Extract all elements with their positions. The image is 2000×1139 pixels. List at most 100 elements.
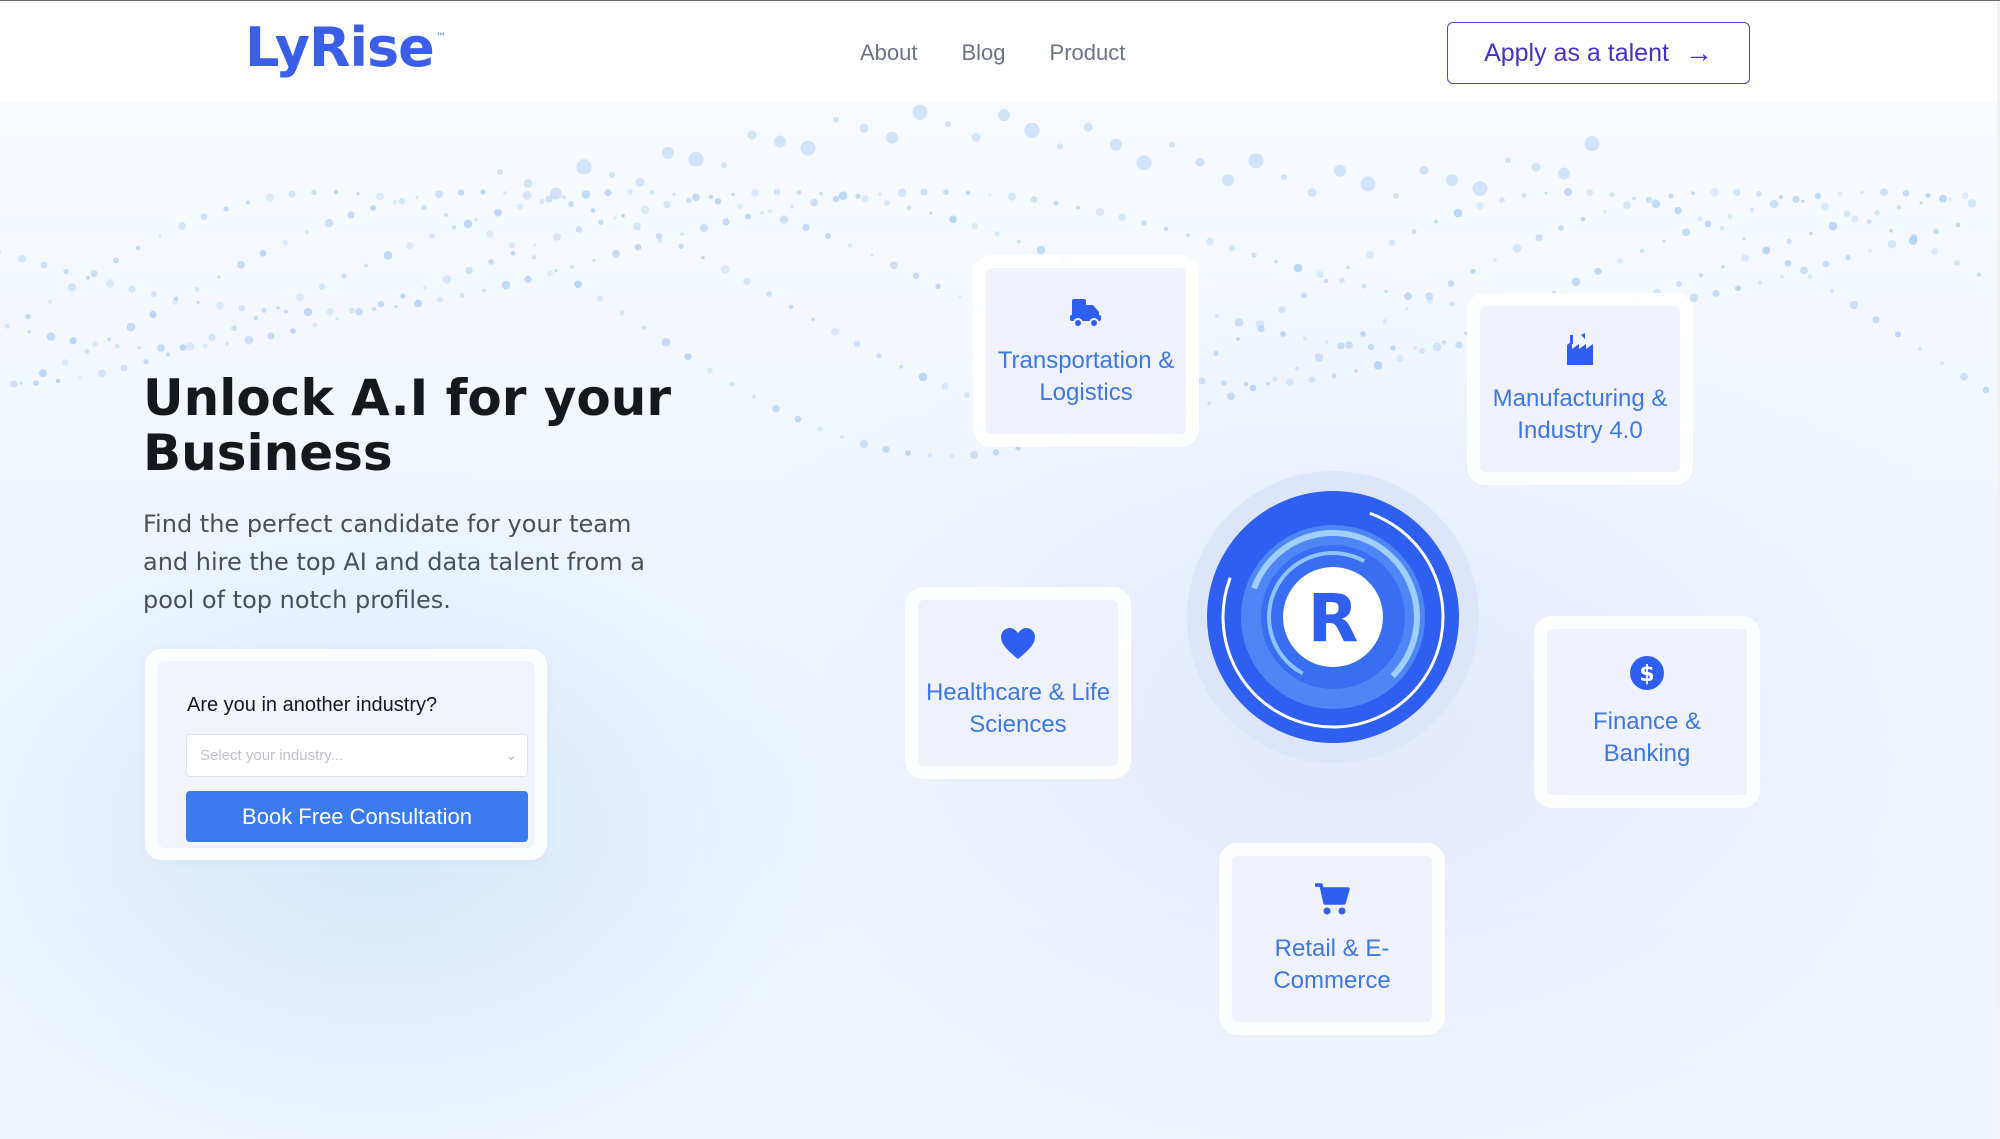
wave-dot	[46, 332, 56, 341]
nav-product[interactable]: Product	[1050, 40, 1126, 66]
wave-dot	[392, 199, 398, 205]
wave-dot	[1960, 372, 1968, 381]
wave-dot	[1388, 239, 1396, 246]
wave-dot	[333, 189, 339, 195]
wave-dot	[1470, 268, 1476, 274]
wave-dot	[1735, 285, 1741, 292]
wave-dot	[364, 263, 368, 268]
wave-dot	[971, 223, 979, 230]
wave-dot	[655, 232, 663, 240]
wave-dot	[1053, 200, 1059, 206]
wave-dot	[1721, 265, 1725, 269]
wave-dot	[627, 189, 633, 195]
wave-dot	[1308, 376, 1316, 384]
wave-dot	[965, 190, 971, 196]
wave-dot	[1676, 281, 1682, 287]
industry-card-healthcare[interactable]: Healthcare & Life Sciences	[905, 587, 1131, 779]
wave-dot	[1939, 194, 1947, 203]
wave-dot	[48, 299, 52, 304]
wave-dot	[421, 204, 427, 210]
wave-dot	[1441, 340, 1447, 345]
wave-dot	[105, 279, 115, 288]
wave-dot	[941, 382, 949, 391]
wave-dot	[1331, 373, 1337, 379]
wave-dot	[751, 188, 759, 197]
wave-dot	[1851, 215, 1859, 223]
wave-dot	[831, 327, 839, 336]
logo-text: LyRise	[245, 16, 435, 79]
chevron-down-icon: ⌄	[505, 747, 517, 763]
wave-dot	[1594, 267, 1602, 275]
wave-dot	[194, 287, 200, 292]
wave-dot	[246, 200, 250, 205]
wave-dot	[1213, 350, 1219, 356]
wave-dot	[1762, 246, 1770, 255]
wave-dot	[67, 283, 77, 292]
wave-dot	[10, 380, 18, 388]
hub-letter: R	[1308, 580, 1359, 657]
wave-dot	[494, 208, 502, 217]
wave-dot	[497, 169, 503, 175]
wave-dot	[480, 189, 486, 195]
wave-dot	[832, 195, 840, 203]
wave-dot	[1274, 259, 1278, 264]
wave-dot	[98, 369, 106, 378]
wave-dot	[554, 269, 558, 273]
wave-dot	[383, 251, 393, 260]
wave-dot	[1954, 259, 1960, 266]
industry-card-manufacturing[interactable]: Manufacturing & Industry 4.0	[1467, 293, 1693, 485]
wave-dot	[225, 341, 229, 346]
wave-dot	[126, 322, 136, 332]
industry-label: Transportation & Logistics	[997, 347, 1175, 406]
wave-dot	[311, 189, 317, 196]
wave-dot	[1895, 331, 1901, 338]
wave-dot	[1393, 192, 1399, 199]
wave-dot	[1704, 220, 1712, 228]
book-consultation-button[interactable]: Book Free Consultation	[186, 791, 528, 842]
wave-dot	[1822, 260, 1830, 268]
wave-dot	[324, 218, 334, 228]
industry-label: Healthcare & Life Sciences	[925, 679, 1111, 738]
industry-label: Retail & E-Commerce	[1273, 935, 1391, 994]
industry-card-retail[interactable]: Retail & E-Commerce	[1219, 843, 1445, 1035]
wave-dot	[1404, 292, 1412, 301]
wave-dot	[451, 225, 457, 230]
wave-dot	[752, 395, 756, 399]
wave-dot	[1976, 272, 1982, 278]
wave-dot	[1609, 192, 1615, 198]
wave-dot	[1411, 229, 1417, 235]
wave-dot	[1367, 343, 1375, 351]
wave-dot	[1880, 188, 1888, 196]
wave-dot	[766, 291, 772, 297]
wave-dot	[581, 190, 591, 199]
wave-dot	[876, 353, 882, 359]
industry-card-transportation[interactable]: Transportation & Logistics	[973, 255, 1199, 447]
industry-form: Are you in another industry? Select your…	[157, 661, 535, 848]
wave-dot	[1251, 252, 1257, 258]
wave-dot	[949, 215, 957, 224]
wave-dot	[562, 195, 566, 200]
industry-form-card: Are you in another industry? Select your…	[145, 649, 547, 860]
wave-dot	[737, 203, 743, 209]
wave-dot	[1689, 293, 1699, 303]
wave-dot	[90, 270, 98, 278]
lyrise-logo[interactable]: LyRise ™	[245, 16, 446, 79]
wave-dot	[1682, 228, 1690, 237]
industry-select[interactable]: Select your industry... ⌄	[186, 734, 528, 777]
wave-dot	[1272, 376, 1278, 382]
wave-dot	[743, 277, 751, 286]
nav-about[interactable]: About	[860, 40, 918, 66]
wave-dot	[1933, 228, 1939, 235]
industry-card-finance[interactable]: $ Finance & Banking	[1534, 616, 1760, 808]
wave-dot	[1346, 266, 1350, 270]
wave-dot	[1169, 141, 1175, 148]
wave-dot	[1651, 199, 1661, 209]
industry-card-inner: Retail & E-Commerce	[1232, 856, 1432, 1022]
wave-dot	[870, 253, 874, 257]
nav-blog[interactable]: Blog	[962, 40, 1006, 66]
wave-dot	[884, 199, 890, 206]
wave-dot	[678, 243, 684, 249]
apply-as-talent-button[interactable]: Apply as a talent →	[1447, 22, 1750, 84]
wave-dot	[992, 449, 1000, 456]
wave-dot	[151, 291, 157, 297]
